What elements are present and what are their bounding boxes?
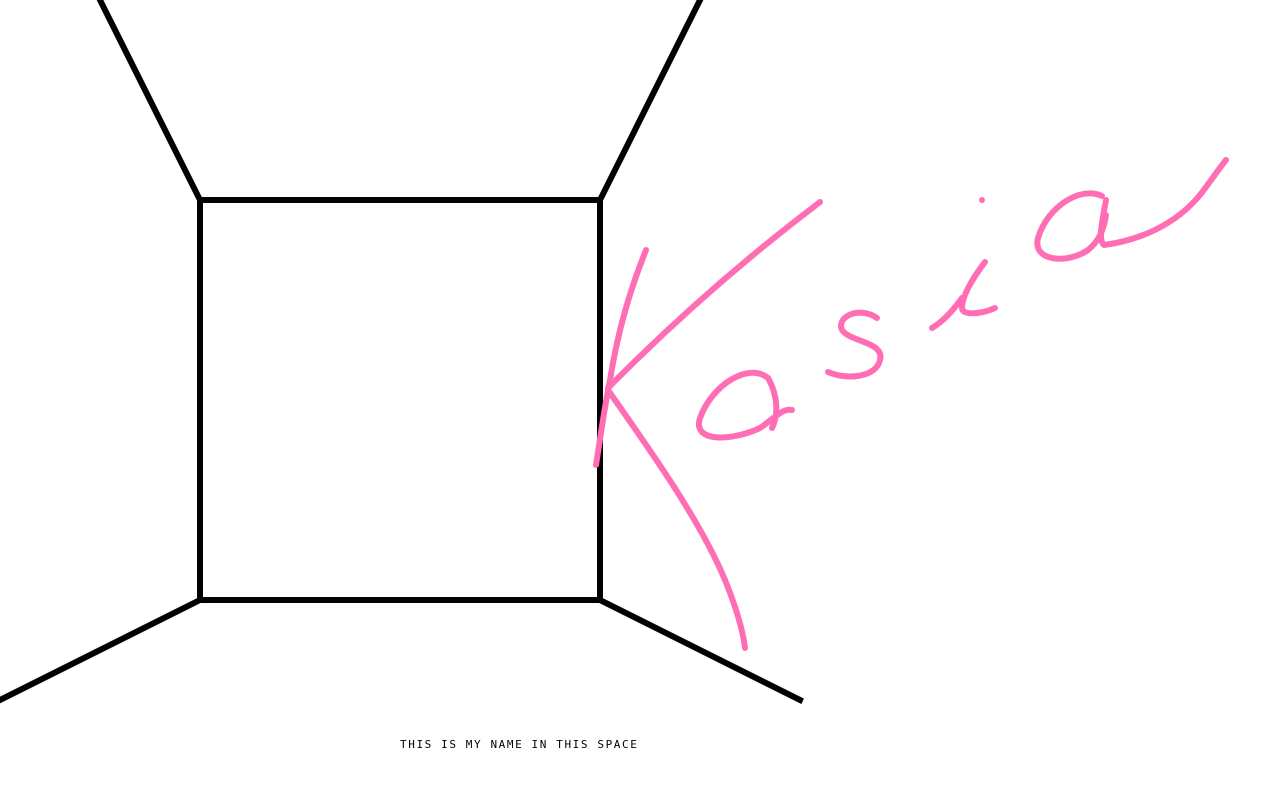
signature-i-dot — [979, 197, 985, 203]
drawing-canvas[interactable] — [0, 0, 1280, 800]
caption-text: THIS IS MY NAME IN THIS SPACE — [400, 738, 639, 751]
